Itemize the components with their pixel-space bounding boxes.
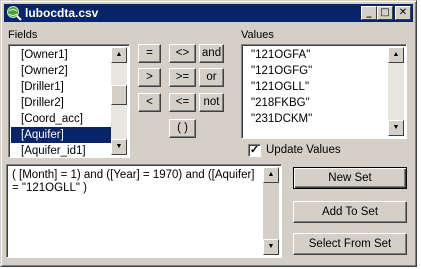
values-scroll-up-button[interactable]: ▲ — [388, 47, 404, 63]
values-scrollbar[interactable]: ▲ ▼ — [388, 47, 404, 136]
update-values-label[interactable]: Update Values — [266, 144, 341, 156]
not-equal-operator-button[interactable]: <> — [169, 44, 196, 63]
select-from-set-button[interactable]: Select From Set — [293, 233, 407, 255]
and-operator-button[interactable]: and — [199, 44, 224, 63]
close-icon: ✕ — [398, 7, 408, 18]
fields-scroll-down-button[interactable]: ▼ — [111, 139, 127, 155]
fields-scrollbar[interactable]: ▲ ▼ — [111, 47, 127, 155]
query-builder-window: lubocdta.csv _ □ ✕ Fields [Owner1] [Owne… — [0, 0, 417, 267]
parentheses-operator-button[interactable]: ( ) — [169, 119, 196, 138]
arcview-globe-icon — [7, 6, 22, 21]
expression-scroll-down-button[interactable]: ▼ — [263, 239, 279, 255]
greater-equal-operator-button[interactable]: >= — [169, 68, 196, 87]
add-to-set-button[interactable]: Add To Set — [293, 201, 407, 223]
or-operator-button[interactable]: or — [199, 68, 224, 87]
equals-operator-button[interactable]: = — [138, 44, 161, 63]
field-item-driller1[interactable]: [Driller1] — [11, 79, 111, 95]
minimize-button[interactable]: _ — [361, 6, 377, 20]
window-title: lubocdta.csv — [25, 6, 99, 20]
restore-icon: □ — [380, 7, 390, 18]
scroll-down-icon: ▼ — [267, 243, 275, 250]
field-item-coord-acc[interactable]: [Coord_acc] — [11, 111, 111, 127]
less-than-operator-button[interactable]: < — [138, 93, 161, 112]
field-item-driller2[interactable]: [Driller2] — [11, 95, 111, 111]
field-item-aquifer[interactable]: [Aquifer] — [11, 127, 111, 143]
scroll-up-icon: ▲ — [115, 51, 123, 58]
value-item[interactable]: "231DCKM" — [244, 111, 388, 127]
value-item[interactable]: "121OGFG" — [244, 63, 388, 79]
value-item[interactable]: "121OGFA" — [244, 47, 388, 63]
less-equal-operator-button[interactable]: <= — [169, 93, 196, 112]
scroll-up-icon: ▲ — [267, 171, 275, 178]
fields-scroll-up-button[interactable]: ▲ — [111, 47, 127, 63]
query-expression-textarea[interactable]: ( [Month] = 1) and ([Year] = 1970) and (… — [6, 164, 282, 258]
values-label: Values — [241, 29, 274, 41]
scroll-down-icon: ▼ — [392, 124, 400, 131]
value-item[interactable]: "121OGLL" — [244, 79, 388, 95]
minimize-icon: _ — [366, 7, 372, 18]
expression-scroll-up-button[interactable]: ▲ — [263, 167, 279, 183]
new-set-button[interactable]: New Set — [293, 167, 407, 189]
field-item-owner1[interactable]: [Owner1] — [11, 47, 111, 63]
restore-button[interactable]: □ — [377, 6, 393, 20]
values-scroll-down-button[interactable]: ▼ — [388, 120, 404, 136]
fields-label: Fields — [8, 29, 38, 41]
value-item[interactable]: "218FKBG" — [244, 95, 388, 111]
expression-scrollbar[interactable]: ▲ ▼ — [263, 167, 279, 255]
scroll-up-icon: ▲ — [392, 51, 400, 58]
greater-than-operator-button[interactable]: > — [138, 68, 161, 87]
field-item-aquifer-id1[interactable]: [Aquifer_id1] — [11, 143, 111, 157]
values-listbox[interactable]: "121OGFA" "121OGFG" "121OGLL" "218FKBG" … — [241, 44, 407, 139]
query-expression-text: ( [Month] = 1) and ([Year] = 1970) and (… — [12, 169, 258, 194]
not-operator-button[interactable]: not — [199, 93, 224, 112]
field-item-owner2[interactable]: [Owner2] — [11, 63, 111, 79]
scroll-down-icon: ▼ — [115, 143, 123, 150]
fields-scroll-thumb[interactable] — [111, 85, 127, 105]
update-values-checkbox[interactable]: ✓ — [248, 144, 261, 157]
close-button[interactable]: ✕ — [395, 6, 411, 20]
title-bar[interactable]: lubocdta.csv _ □ ✕ — [4, 4, 413, 22]
checkmark-icon: ✓ — [249, 144, 260, 156]
fields-listbox[interactable]: [Owner1] [Owner2] [Driller1] [Driller2] … — [8, 44, 130, 158]
